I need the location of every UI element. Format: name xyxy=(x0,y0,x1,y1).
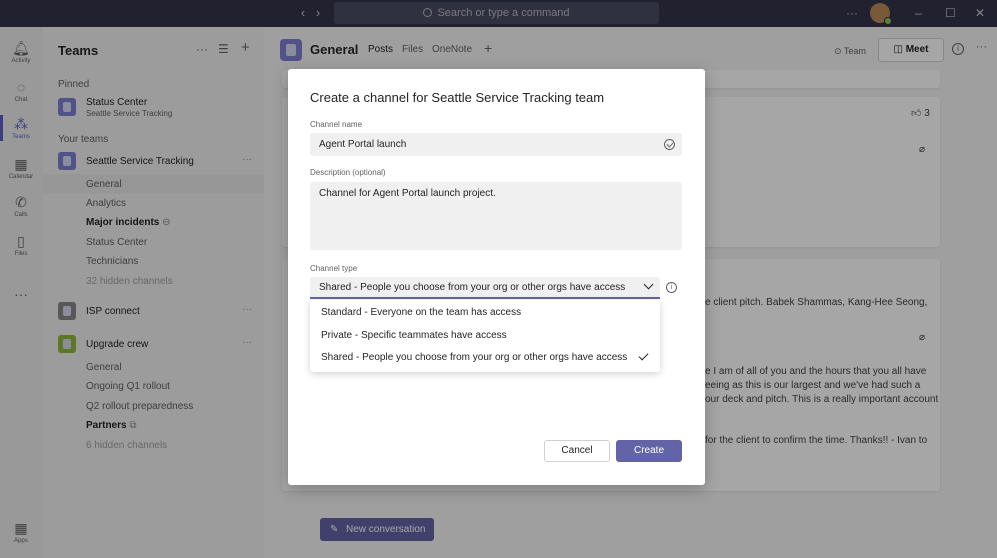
option-label: Shared - People you choose from your org… xyxy=(321,352,628,363)
channel-name-label: Channel name xyxy=(310,120,363,129)
channel-type-dropdown: Standard - Everyone on the team has acce… xyxy=(310,300,660,372)
channel-type-value: Shared - People you choose from your org… xyxy=(319,282,626,293)
dialog-title: Create a channel for Seattle Service Tra… xyxy=(310,90,605,105)
option-label: Private - Specific teammates have access xyxy=(321,330,507,341)
option-standard[interactable]: Standard - Everyone on the team has acce… xyxy=(310,302,660,324)
description-label: Description (optional) xyxy=(310,168,386,177)
option-shared[interactable]: Shared - People you choose from your org… xyxy=(310,347,660,369)
option-private[interactable]: Private - Specific teammates have access xyxy=(310,325,660,347)
chevron-down-icon xyxy=(643,279,654,290)
info-icon[interactable]: i xyxy=(666,282,677,293)
description-value: Channel for Agent Portal launch project. xyxy=(319,188,496,199)
checkmark-icon xyxy=(638,350,649,361)
create-button[interactable]: Create xyxy=(616,440,682,462)
channel-name-input[interactable]: Agent Portal launch xyxy=(310,133,682,156)
description-textarea[interactable]: Channel for Agent Portal launch project. xyxy=(310,182,682,250)
cancel-button[interactable]: Cancel xyxy=(544,440,610,462)
check-circle-icon xyxy=(664,139,675,150)
option-label: Standard - Everyone on the team has acce… xyxy=(321,307,522,318)
channel-name-value: Agent Portal launch xyxy=(319,139,407,150)
channel-type-select[interactable]: Shared - People you choose from your org… xyxy=(310,277,660,299)
create-channel-dialog: Create a channel for Seattle Service Tra… xyxy=(288,69,705,485)
channel-type-label: Channel type xyxy=(310,264,358,273)
